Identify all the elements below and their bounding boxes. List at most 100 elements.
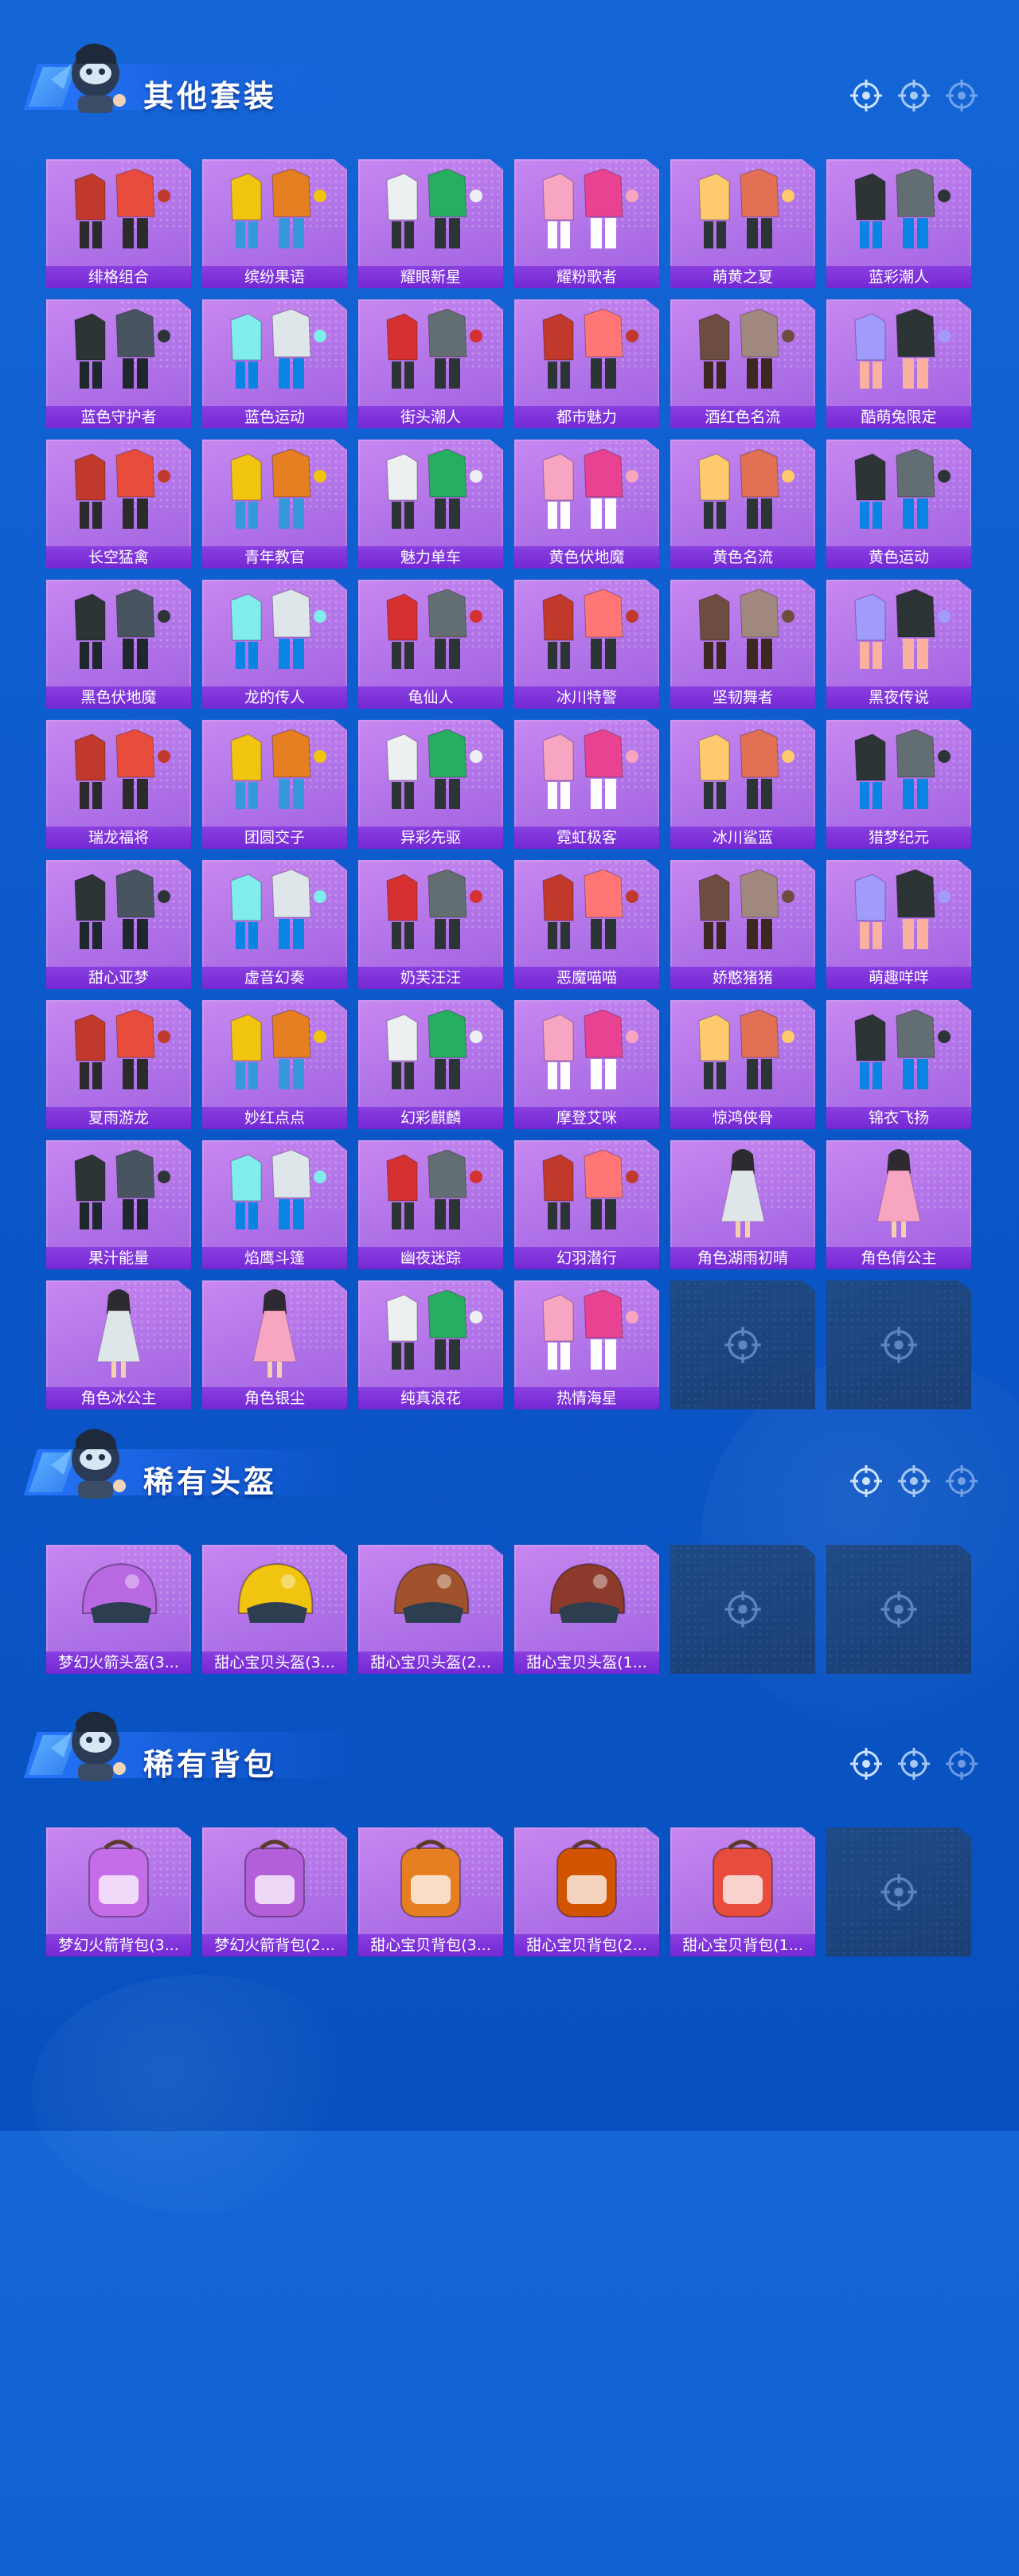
item-card[interactable]: 蓝色守护者 (46, 299, 191, 428)
item-card[interactable]: 角色银尘 (202, 1280, 347, 1409)
item-card[interactable]: 恶魔喵喵 (514, 860, 659, 989)
item-card[interactable]: 幽夜迷踪 (358, 1140, 503, 1269)
character-icon (683, 1145, 802, 1239)
item-card[interactable]: 都市魅力 (514, 299, 659, 428)
item-card[interactable]: 坚韧舞者 (670, 580, 815, 709)
outfit-icon (59, 164, 178, 258)
item-label: 虚音幻奏 (202, 967, 347, 989)
item-card[interactable]: 甜心亚梦 (46, 860, 191, 989)
item-label: 幻彩麒麟 (358, 1107, 503, 1129)
item-card[interactable]: 妙红点点 (202, 1000, 347, 1129)
item-card[interactable]: 焰鹰斗篷 (202, 1140, 347, 1269)
item-card[interactable]: 萌黄之夏 (670, 159, 815, 288)
item-card[interactable]: 蓝彩潮人 (826, 159, 971, 288)
item-label: 萌趣咩咩 (826, 967, 971, 989)
item-card[interactable]: 甜心宝贝背包(1... (670, 1827, 815, 1956)
item-card[interactable]: 长空猛禽 (46, 440, 191, 569)
item-card[interactable]: 黄色伏地魔 (514, 440, 659, 569)
item-card[interactable]: 奶芙汪汪 (358, 860, 503, 989)
item-card[interactable]: 猎梦纪元 (826, 720, 971, 849)
outfit-icon (839, 304, 958, 398)
item-card[interactable]: 龟仙人 (358, 580, 503, 709)
item-label: 酒红色名流 (670, 406, 815, 428)
item-card[interactable]: 甜心宝贝背包(3... (358, 1827, 503, 1956)
outfit-icon (839, 725, 958, 819)
item-card[interactable]: 夏雨游龙 (46, 1000, 191, 1129)
item-card[interactable]: 梦幻火箭背包(3... (46, 1827, 191, 1956)
item-label: 梦幻火箭背包(2... (202, 1934, 347, 1956)
item-card[interactable]: 耀粉歌者 (514, 159, 659, 288)
item-card[interactable]: 黑色伏地魔 (46, 580, 191, 709)
item-card[interactable]: 冰川鲨蓝 (670, 720, 815, 849)
item-card[interactable]: 娇憨猪猪 (670, 860, 815, 989)
item-label: 异彩先驱 (358, 827, 503, 849)
outfit-icon (215, 1005, 334, 1099)
item-label: 蓝色守护者 (46, 406, 191, 428)
item-card[interactable]: 蓝色运动 (202, 299, 347, 428)
item-card[interactable]: 摩登艾咪 (514, 1000, 659, 1129)
outfit-icon (215, 304, 334, 398)
item-card[interactable]: 酷萌兔限定 (826, 299, 971, 428)
item-card[interactable]: 黄色名流 (670, 440, 815, 569)
item-card[interactable]: 热情海星 (514, 1280, 659, 1409)
item-card[interactable]: 锦衣飞扬 (826, 1000, 971, 1129)
item-card[interactable]: 霓虹极客 (514, 720, 659, 849)
outfit-icon (59, 865, 178, 959)
item-card[interactable]: 角色冰公主 (46, 1280, 191, 1409)
helmet-icon (371, 1550, 490, 1644)
item-card[interactable]: 幻羽潜行 (514, 1140, 659, 1269)
item-card[interactable]: 甜心宝贝头盔(1... (514, 1545, 659, 1674)
item-card[interactable]: 梦幻火箭头盔(3... (46, 1545, 191, 1674)
item-card[interactable]: 黑夜传说 (826, 580, 971, 709)
item-card[interactable]: 冰川特警 (514, 580, 659, 709)
item-label: 青年教官 (202, 546, 347, 569)
item-card[interactable]: 异彩先驱 (358, 720, 503, 849)
item-label: 焰鹰斗篷 (202, 1247, 347, 1269)
outfit-icon (371, 865, 490, 959)
item-card[interactable]: 甜心宝贝背包(2... (514, 1827, 659, 1956)
outfit-icon (683, 725, 802, 819)
item-label: 冰川特警 (514, 686, 659, 709)
item-card[interactable]: 酒红色名流 (670, 299, 815, 428)
mascot-icon (40, 1417, 135, 1505)
item-card[interactable]: 幻彩麒麟 (358, 1000, 503, 1129)
item-card[interactable]: 虚音幻奏 (202, 860, 347, 989)
item-card[interactable]: 瑞龙福将 (46, 720, 191, 849)
item-card[interactable]: 惊鸿侠骨 (670, 1000, 815, 1129)
item-label: 龙的传人 (202, 686, 347, 709)
item-label: 耀粉歌者 (514, 266, 659, 288)
item-label: 龟仙人 (358, 686, 503, 709)
item-card[interactable]: 街头潮人 (358, 299, 503, 428)
section-title: 稀有头盔 (143, 1464, 278, 1499)
item-card[interactable]: 绯格组合 (46, 159, 191, 288)
item-card[interactable]: 黄色运动 (826, 440, 971, 569)
item-label: 娇憨猪猪 (670, 967, 815, 989)
empty-slot (826, 1827, 971, 1956)
item-label: 角色倩公主 (826, 1247, 971, 1269)
item-label: 黑色伏地魔 (46, 686, 191, 709)
item-card[interactable]: 萌趣咩咩 (826, 860, 971, 989)
item-card[interactable]: 魅力单车 (358, 440, 503, 569)
section-header: 稀有头盔 (24, 1417, 1003, 1505)
mascot-icon (40, 1700, 135, 1788)
outfit-icon (215, 865, 334, 959)
item-card[interactable]: 缤纷果语 (202, 159, 347, 288)
item-card[interactable]: 耀眼新星 (358, 159, 503, 288)
item-label: 黄色名流 (670, 546, 815, 569)
outfit-icon (683, 1005, 802, 1099)
item-card[interactable]: 角色倩公主 (826, 1140, 971, 1269)
item-label: 魅力单车 (358, 546, 503, 569)
outfit-icon (59, 444, 178, 538)
item-card[interactable]: 角色湖雨初晴 (670, 1140, 815, 1269)
item-label: 妙红点点 (202, 1107, 347, 1129)
item-card[interactable]: 团圆交子 (202, 720, 347, 849)
item-card[interactable]: 龙的传人 (202, 580, 347, 709)
item-card[interactable]: 青年教官 (202, 440, 347, 569)
item-card[interactable]: 甜心宝贝头盔(3... (202, 1545, 347, 1674)
outfit-icon (527, 725, 646, 819)
item-card[interactable]: 纯真浪花 (358, 1280, 503, 1409)
item-card[interactable]: 甜心宝贝头盔(2... (358, 1545, 503, 1674)
item-card[interactable]: 梦幻火箭背包(2... (202, 1827, 347, 1956)
item-card[interactable]: 果汁能量 (46, 1140, 191, 1269)
outfit-icon (215, 444, 334, 538)
